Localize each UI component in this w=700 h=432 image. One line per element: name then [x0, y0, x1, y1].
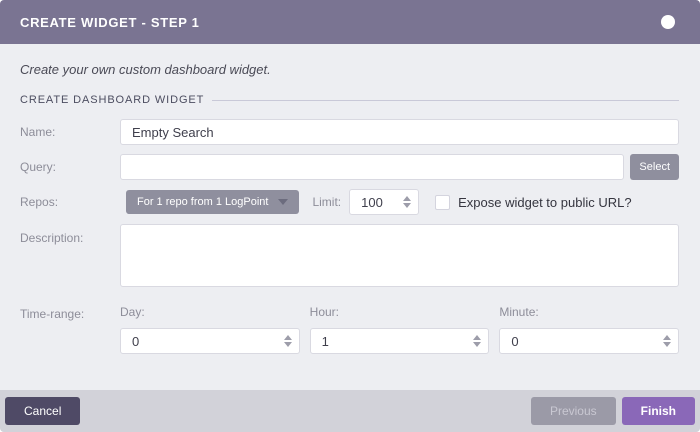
finish-button[interactable]: Finish [622, 397, 695, 425]
hour-input[interactable] [310, 328, 490, 354]
create-widget-dialog: CREATE WIDGET - STEP 1 Create your own c… [0, 0, 700, 432]
dialog-body: Create your own custom dashboard widget.… [0, 44, 700, 390]
day-label: Day: [120, 305, 300, 319]
minute-spin-buttons [663, 335, 671, 347]
query-select-button[interactable]: Select [630, 154, 679, 180]
time-range-label: Time-range: [20, 305, 120, 321]
expose-checkbox-label: Expose widget to public URL? [458, 195, 631, 210]
hour-spin-up-icon[interactable] [473, 335, 481, 340]
hour-spinner [310, 328, 490, 354]
step-indicator-dot-icon [661, 15, 675, 29]
minute-spinner [499, 328, 679, 354]
time-range-columns: Day: Hour: [120, 305, 679, 354]
dialog-title: CREATE WIDGET - STEP 1 [20, 15, 200, 30]
description-textarea[interactable] [120, 224, 679, 287]
limit-spin-buttons [403, 196, 411, 208]
dialog-header: CREATE WIDGET - STEP 1 [0, 0, 700, 44]
limit-label: Limit: [312, 195, 341, 209]
previous-button[interactable]: Previous [531, 397, 616, 425]
limit-spinner [349, 189, 419, 215]
repos-label: Repos: [20, 195, 120, 209]
time-range-row: Time-range: Day: Hour: [20, 305, 679, 354]
time-range-day: Day: [120, 305, 300, 354]
limit-spin-down-icon[interactable] [403, 203, 411, 208]
day-spin-buttons [284, 335, 292, 347]
chevron-down-icon [278, 199, 288, 205]
repos-dropdown-value: For 1 repo from 1 LogPoint [137, 196, 268, 208]
hour-label: Hour: [310, 305, 490, 319]
intro-text: Create your own custom dashboard widget. [20, 62, 679, 77]
minute-spin-down-icon[interactable] [663, 342, 671, 347]
limit-spin-up-icon[interactable] [403, 196, 411, 201]
expose-checkbox[interactable] [435, 195, 450, 210]
section-legend-text: CREATE DASHBOARD WIDGET [20, 94, 204, 106]
query-input[interactable] [120, 154, 624, 180]
hour-spin-down-icon[interactable] [473, 342, 481, 347]
description-label: Description: [20, 224, 120, 245]
repos-dropdown[interactable]: For 1 repo from 1 LogPoint [126, 190, 299, 214]
name-input[interactable] [120, 119, 679, 145]
minute-input[interactable] [499, 328, 679, 354]
minute-spin-up-icon[interactable] [663, 335, 671, 340]
query-label: Query: [20, 160, 120, 174]
hour-spin-buttons [473, 335, 481, 347]
day-spinner [120, 328, 300, 354]
name-row: Name: [20, 119, 679, 145]
description-row: Description: [20, 224, 679, 287]
day-spin-down-icon[interactable] [284, 342, 292, 347]
time-range-hour: Hour: [310, 305, 490, 354]
dialog-footer: Cancel Previous Finish [0, 390, 700, 432]
time-range-minute: Minute: [499, 305, 679, 354]
name-label: Name: [20, 125, 120, 139]
minute-label: Minute: [499, 305, 679, 319]
query-row: Query: Select [20, 154, 679, 180]
repos-row: Repos: For 1 repo from 1 LogPoint Limit:… [20, 189, 679, 215]
day-input[interactable] [120, 328, 300, 354]
section-legend-divider [212, 100, 679, 101]
section-legend: CREATE DASHBOARD WIDGET [20, 94, 679, 106]
day-spin-up-icon[interactable] [284, 335, 292, 340]
footer-right-buttons: Previous Finish [531, 397, 695, 425]
cancel-button[interactable]: Cancel [5, 397, 80, 425]
